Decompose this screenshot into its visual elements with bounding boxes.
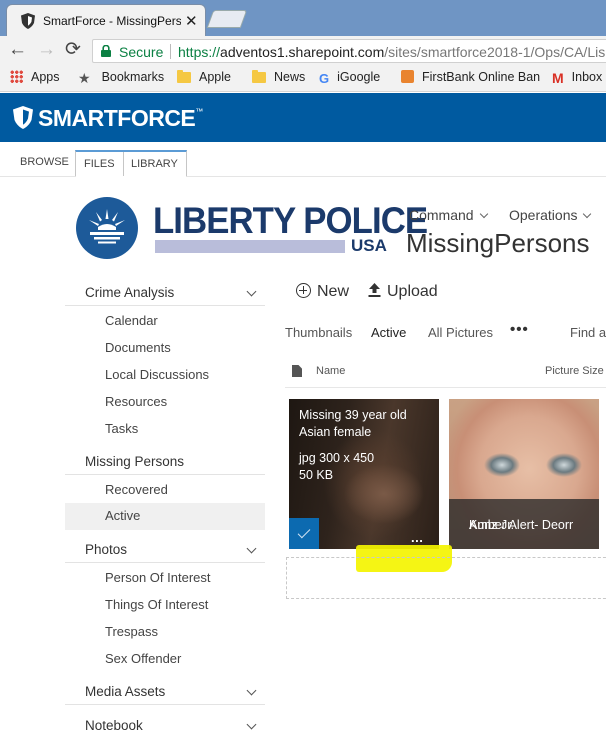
bookmark-firstbank[interactable]: FirstBank Online Ban: [401, 70, 541, 88]
column-picture-size[interactable]: Picture Size: [545, 365, 604, 377]
shield-icon: [13, 106, 33, 129]
document-icon: [292, 365, 302, 377]
ql-item-things-of-interest[interactable]: Things Of Interest: [65, 592, 265, 619]
bookmarks-bar: Apps ★ Bookmarks Apple News GiGoogle Firs…: [0, 66, 606, 92]
ql-item-tasks[interactable]: Tasks: [65, 416, 265, 443]
address-separator: [170, 44, 171, 59]
back-arrow-icon[interactable]: ←: [8, 39, 27, 61]
chevron-down-icon[interactable]: [246, 685, 257, 696]
folder-icon: [252, 70, 266, 83]
tile-caption: Amber Alert- Deorr Kunz Jr.: [449, 499, 599, 549]
bookmark-news[interactable]: News: [252, 70, 305, 88]
select-checkmark-icon[interactable]: [289, 518, 319, 549]
shield-icon: [21, 13, 35, 29]
upload-icon: [368, 283, 381, 297]
bookmark-apple[interactable]: Apple: [177, 70, 231, 88]
tile-line: Asian female: [299, 424, 372, 439]
ql-heading-photos[interactable]: Photos: [65, 539, 265, 563]
browser-tab-active[interactable]: SmartForce - MissingPers ✕: [6, 4, 206, 36]
ql-item-trespass[interactable]: Trespass: [65, 619, 265, 646]
bookmark-igoogle[interactable]: GiGoogle: [319, 70, 380, 88]
suite-brand[interactable]: SMARTFORCE™: [38, 105, 203, 132]
drop-zone[interactable]: [286, 557, 606, 599]
secure-label: Secure: [119, 44, 164, 60]
plus-circle-icon: [296, 283, 311, 298]
liberty-police-logo[interactable]: [76, 197, 138, 259]
url-path: /sites/smartforce2018-1/Ops/CA/Lis: [384, 44, 606, 60]
star-icon: ★: [78, 70, 91, 86]
chevron-down-icon[interactable]: [246, 719, 257, 730]
view-thumbnails[interactable]: Thumbnails: [285, 325, 352, 340]
lock-icon: [101, 45, 111, 57]
ql-heading-crime-analysis[interactable]: Crime Analysis: [65, 282, 265, 306]
google-g-icon: G: [319, 71, 330, 86]
topnav-operations[interactable]: Operations: [509, 207, 592, 223]
close-icon[interactable]: ✕: [185, 12, 198, 30]
ql-item-local-discussions[interactable]: Local Discussions: [65, 362, 265, 389]
tab-browse[interactable]: Browse: [12, 150, 77, 177]
ql-item-resources[interactable]: Resources: [65, 389, 265, 416]
chevron-down-icon: [583, 209, 592, 219]
more-views-ellipsis-icon[interactable]: •••: [510, 321, 529, 338]
upload-button[interactable]: Upload: [368, 283, 438, 301]
url-protocol: https://: [178, 44, 221, 60]
find-input[interactable]: Find a: [570, 325, 606, 340]
ql-item-recovered[interactable]: Recovered: [65, 477, 265, 504]
bookmark-inbox[interactable]: M Inbox: [552, 70, 602, 88]
forward-arrow-icon[interactable]: →: [37, 39, 56, 61]
new-button[interactable]: New: [296, 283, 349, 301]
url-host: adventos1.sharepoint.com: [220, 44, 385, 60]
firstbank-icon: [401, 70, 414, 83]
folder-icon: [177, 70, 191, 83]
chevron-down-icon[interactable]: [246, 543, 257, 554]
chevron-down-icon: [479, 209, 488, 219]
ql-item-sex-offender[interactable]: Sex Offender: [65, 646, 265, 673]
tile-spacer: [299, 440, 434, 450]
ql-item-person-of-interest[interactable]: Person Of Interest: [65, 565, 265, 592]
ql-item-documents[interactable]: Documents: [65, 335, 265, 362]
tab-title: SmartForce - MissingPers: [43, 14, 181, 28]
address-bar[interactable]: Secure https://adventos1.sharepoint.com/…: [92, 39, 606, 63]
page-title: MissingPersons: [406, 228, 590, 258]
new-tab-button[interactable]: [206, 10, 248, 28]
view-all-pictures[interactable]: All Pictures: [428, 325, 493, 340]
logo-bar: [155, 240, 345, 253]
reload-icon[interactable]: ⟳: [65, 39, 81, 61]
logo-usa: USA: [351, 236, 387, 255]
suite-bar: SMARTFORCE™: [0, 93, 606, 142]
more-actions-ellipsis-icon[interactable]: ...: [411, 530, 423, 545]
apps-grid-icon: [10, 70, 23, 83]
bookmark-apps[interactable]: Apps: [10, 70, 60, 88]
tile-file-size: 50 KB: [299, 467, 334, 482]
tile-file-type: jpg 300 x 450: [299, 451, 375, 465]
tile-info-overlay: Missing 39 year old Asian female jpg 300…: [299, 407, 434, 483]
picture-tile-amber-alert[interactable]: Amber Alert- Deorr Kunz Jr.: [449, 399, 599, 549]
view-active[interactable]: Active: [371, 325, 406, 340]
ql-item-active[interactable]: Active: [65, 503, 265, 530]
ql-heading-notebook[interactable]: Notebook: [65, 715, 265, 733]
gmail-icon: M: [552, 70, 564, 86]
ql-heading-media-assets[interactable]: Media Assets: [65, 681, 265, 705]
column-header: Name Picture Size: [285, 358, 606, 388]
tile-caption-text: Amber Alert- Deorr Kunz Jr.: [469, 518, 574, 532]
screenshot-root: SmartForce - MissingPers ✕ ← → ⟳ Secure …: [0, 0, 606, 733]
column-name[interactable]: Name: [316, 365, 345, 377]
tab-library[interactable]: Library: [123, 150, 187, 177]
browser-tabstrip: SmartForce - MissingPers ✕: [0, 0, 606, 36]
ribbon: Browse Files Library: [0, 142, 606, 177]
ql-item-calendar[interactable]: Calendar: [65, 308, 265, 335]
topnav-command[interactable]: Command: [409, 207, 488, 223]
picture-tile-missing-asian-female[interactable]: Missing 39 year old Asian female jpg 300…: [289, 399, 439, 549]
browser-toolbar: ← → ⟳ Secure https://adventos1.sharepoin…: [0, 36, 606, 66]
bookmark-bookmarks[interactable]: ★ Bookmarks: [78, 70, 164, 88]
ql-heading-missing-persons[interactable]: Missing Persons: [65, 451, 265, 475]
tab-files[interactable]: Files: [75, 150, 124, 177]
chevron-down-icon[interactable]: [246, 286, 257, 297]
url-text: https://adventos1.sharepoint.com/sites/s…: [178, 44, 605, 60]
tile-line: Missing 39 year old: [299, 408, 407, 422]
